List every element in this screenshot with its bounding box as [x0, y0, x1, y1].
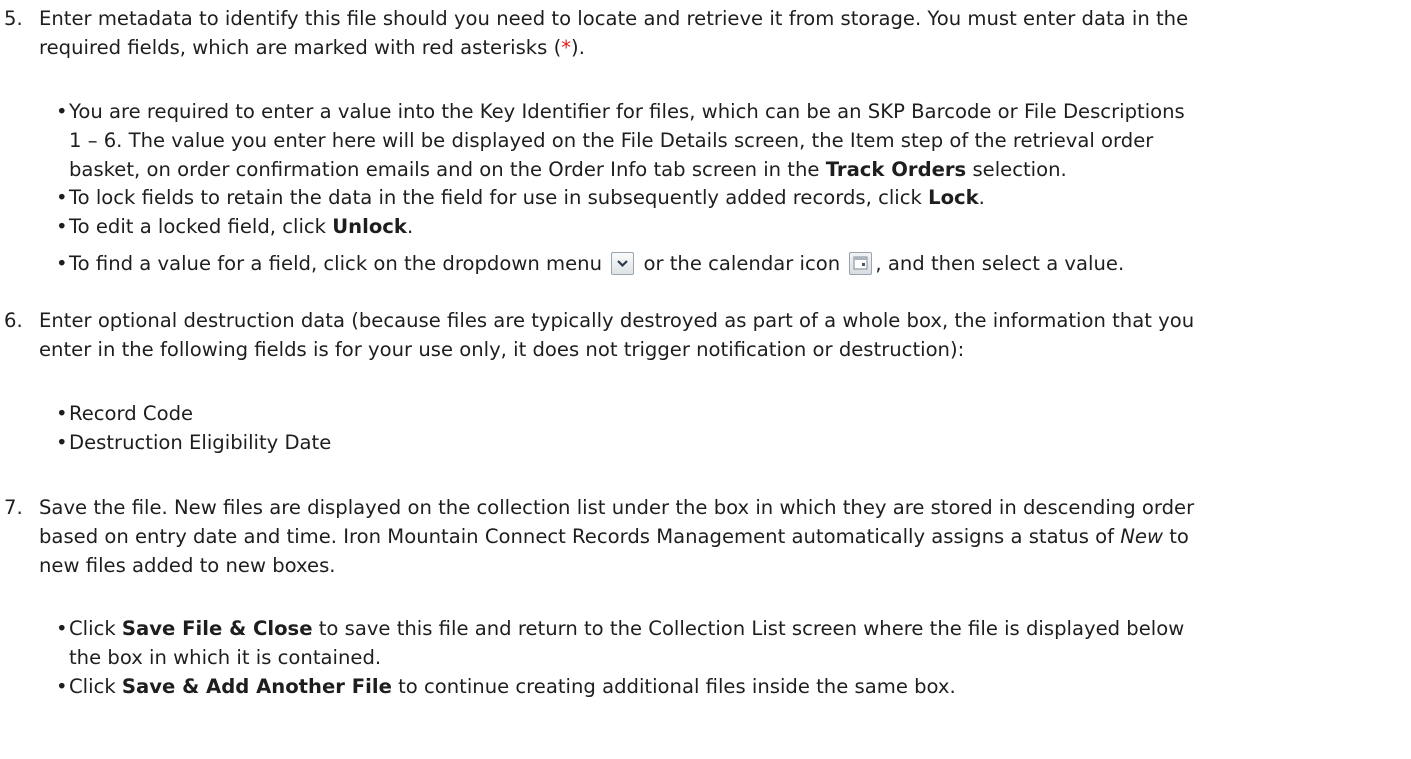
list-item: • Destruction Eligibility Date — [56, 428, 1407, 457]
bullet-line: You are required to enter a value into t… — [69, 100, 1185, 123]
list-item: • To lock fields to retain the data in t… — [56, 183, 1407, 212]
step-text: Save the file. New files are displayed o… — [39, 493, 1404, 580]
step-text: Enter metadata to identify this file sho… — [39, 4, 1404, 62]
bullet-icon: • — [56, 186, 68, 209]
bullet-icon: • — [56, 431, 68, 454]
step-text-line: Save the file. New files are displayed o… — [39, 496, 1195, 519]
calendar-icon — [849, 252, 873, 275]
step-text-line: required fields, which are marked with r… — [39, 36, 585, 59]
bullet-line: 1 – 6. The value you enter here will be … — [69, 129, 1154, 152]
step-number: 5. — [4, 7, 23, 30]
step-text-line: Enter metadata to identify this file sho… — [39, 7, 1189, 30]
step-text-line: enter in the following fields is for you… — [39, 338, 965, 361]
required-asterisk: * — [561, 36, 572, 59]
bullet-line: the box in which it is contained. — [69, 646, 382, 669]
list-item: • Click Save File & Close to save this f… — [56, 614, 1407, 672]
list-item: • You are required to enter a value into… — [56, 97, 1407, 184]
bullet-icon: • — [56, 617, 68, 640]
bullet-icon: • — [56, 675, 68, 698]
step-number: 7. — [4, 496, 23, 519]
step-text-line: based on entry date and time. Iron Mount… — [39, 525, 1189, 548]
list-item: • To edit a locked field, click Unlock. — [56, 212, 1407, 241]
step-text-line: new files added to new boxes. — [39, 554, 336, 577]
step-text-line: Enter optional destruction data (because… — [39, 309, 1195, 332]
list-item: • Record Code — [56, 399, 1407, 428]
list-item: • To find a value for a field, click on … — [56, 249, 1407, 278]
bullet-line: basket, on order confirmation emails and… — [69, 158, 1067, 181]
step-text: Enter optional destruction data (because… — [39, 306, 1404, 364]
list-item: • Click Save & Add Another File to conti… — [56, 672, 1407, 701]
dropdown-icon — [611, 252, 635, 275]
bullet-icon: • — [56, 402, 68, 425]
bullet-icon: • — [56, 215, 68, 238]
bullet-icon: • — [56, 252, 68, 275]
step-number: 6. — [4, 309, 23, 332]
bullet-icon: • — [56, 100, 68, 123]
bullet-line: Click Save File & Close to save this fil… — [69, 617, 1185, 640]
